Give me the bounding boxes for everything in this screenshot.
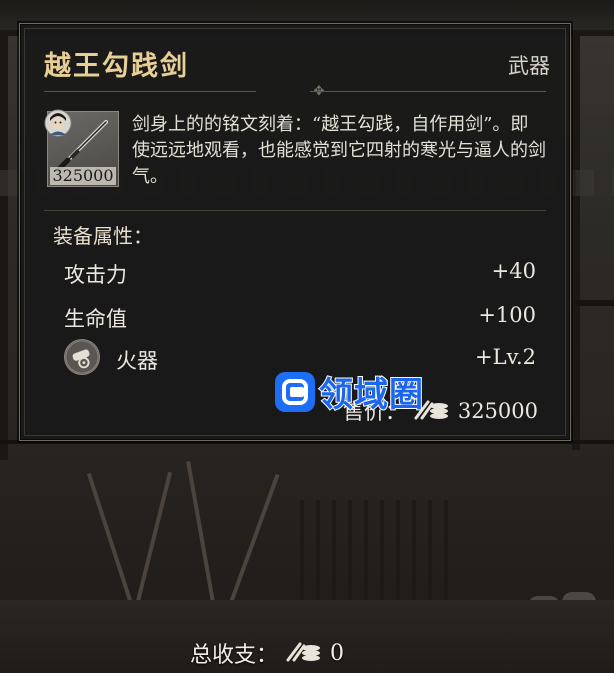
section-divider bbox=[44, 210, 546, 211]
support-post-left bbox=[0, 30, 8, 460]
item-icon-price: 325000 bbox=[50, 167, 116, 185]
divider-line bbox=[310, 91, 546, 92]
stat-value: +Lv.2 bbox=[475, 345, 536, 369]
support-post bbox=[572, 30, 580, 450]
spear bbox=[86, 473, 138, 617]
total-balance: 总收支： 0 bbox=[190, 636, 344, 670]
stat-row-attack: 攻击力 +40 bbox=[64, 259, 536, 289]
character-avatar-icon bbox=[44, 109, 72, 137]
total-label: 总收支： bbox=[190, 643, 279, 668]
spear bbox=[224, 473, 280, 617]
spear bbox=[186, 460, 218, 620]
coin-stack-icon bbox=[286, 642, 321, 662]
watermark-text: 领域圈 bbox=[318, 374, 424, 416]
stat-name: 生命值 bbox=[64, 307, 127, 331]
shelf bbox=[575, 300, 614, 306]
total-value: 0 bbox=[330, 640, 345, 666]
item-type: 武器 bbox=[508, 54, 550, 78]
spear bbox=[131, 471, 173, 619]
divider-line bbox=[44, 91, 256, 92]
ornament-icon: ✥ bbox=[312, 85, 326, 99]
item-description: 剑身上的的铭文刻着：“越王勾践，自作用剑”。即使远远地观看，也能感觉到它四射的寒… bbox=[132, 114, 546, 187]
stat-row-hp: 生命值 +100 bbox=[64, 303, 536, 333]
stat-name: 攻击力 bbox=[64, 263, 127, 287]
watermark: 领域圈 bbox=[275, 367, 424, 416]
watermark-logo-icon bbox=[275, 371, 315, 412]
stat-value: +100 bbox=[478, 303, 536, 327]
stat-name: 火器 bbox=[116, 349, 158, 373]
stat-value: +40 bbox=[491, 259, 536, 283]
cannon-icon bbox=[64, 339, 100, 375]
sell-value: 325000 bbox=[457, 399, 538, 423]
item-name: 越王勾践剑 bbox=[44, 51, 189, 82]
attributes-label: 装备属性： bbox=[53, 224, 153, 248]
title-divider: ✥ bbox=[44, 85, 546, 99]
